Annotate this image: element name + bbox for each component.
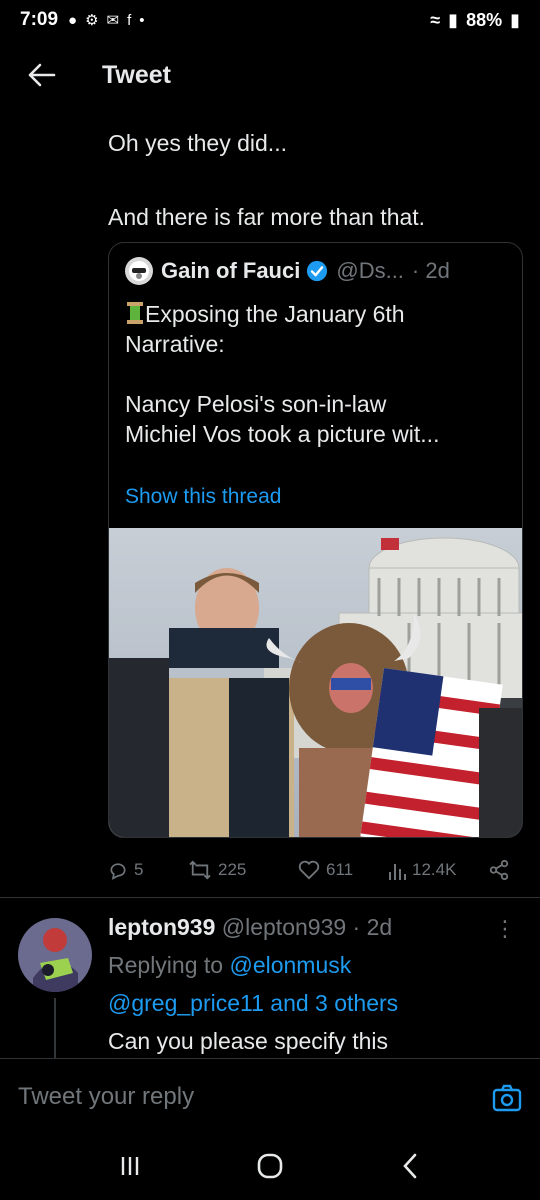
twitter-icon: ✉ — [106, 12, 120, 29]
quote-author-name[interactable]: Gain of Fauci — [161, 258, 300, 284]
replying-prefix: Replying to — [108, 952, 230, 978]
compose-bar: Tweet your reply — [0, 1058, 540, 1130]
quote-tweet-card[interactable]: Gain of Fauci @Ds... · 2d Exposing the J… — [108, 242, 523, 838]
reply-input[interactable]: Tweet your reply — [18, 1083, 194, 1111]
reply-text: Can you please specify this — [108, 1028, 388, 1054]
retweet-icon — [189, 860, 211, 880]
status-right: ≈ ▮ 88% ▮ — [430, 10, 520, 31]
replying-user-link[interactable]: @elonmusk — [229, 952, 351, 978]
views-count: 12.4K — [412, 860, 457, 879]
settings-icon: ⚙ — [85, 12, 99, 29]
quote-author-handle: @Ds... — [336, 258, 404, 283]
quote-body-line-4: Michiel Vos took a picture wit... — [125, 421, 440, 447]
dot-icon: • — [139, 11, 145, 29]
replying-others-link[interactable]: @greg_price11 and 3 others — [108, 990, 398, 1017]
quote-timestamp: · 2d — [411, 258, 450, 283]
signal-icon: ▮ — [448, 9, 459, 30]
message-icon: ● — [68, 11, 78, 29]
battery-icon: ▮ — [510, 9, 520, 30]
back-arrow-icon[interactable] — [12, 45, 72, 105]
quote-header: Gain of Fauci @Ds... · 2d — [125, 257, 450, 285]
replying-to: Replying to @elonmusk — [108, 952, 351, 979]
wifi-icon: ≈ — [430, 9, 441, 30]
tweet-content: Oh yes they did... And there is far more… — [0, 108, 540, 1058]
facebook-icon: f — [127, 11, 132, 29]
avatar[interactable] — [18, 918, 92, 992]
home-icon[interactable] — [240, 1136, 300, 1196]
more-options-icon[interactable]: ⋮ — [494, 916, 516, 942]
views-action[interactable]: 12.4K — [388, 860, 488, 880]
like-count: 611 — [326, 860, 354, 879]
retweet-count: 225 — [218, 860, 247, 879]
status-bar: 7:09 ● ⚙ ✉ f • ≈ ▮ 88% ▮ — [0, 0, 540, 40]
reply-count: 5 — [134, 860, 144, 879]
like-icon — [298, 860, 320, 880]
status-time: 7:09 — [20, 9, 59, 30]
verified-icon — [307, 260, 328, 282]
reply-header: lepton939 @lepton939 · 2d — [108, 914, 392, 941]
share-action[interactable] — [488, 859, 510, 881]
camera-icon[interactable] — [492, 1083, 522, 1113]
quote-body: Exposing the January 6th Narrative: Nanc… — [125, 299, 510, 449]
views-icon — [389, 864, 406, 880]
share-icon — [489, 859, 509, 881]
battery-level: 88% — [466, 9, 503, 30]
header: Tweet — [0, 44, 540, 106]
back-icon[interactable] — [380, 1136, 440, 1196]
quote-body-line-2: Narrative: — [125, 331, 225, 357]
tweet-text-line-1: Oh yes they did... — [108, 130, 287, 156]
like-action[interactable]: 611 — [298, 860, 388, 880]
show-thread-link[interactable]: Show this thread — [125, 485, 281, 509]
tweet-text-line-2: And there is far more than that. — [108, 204, 426, 230]
reply-author-handle: @lepton939 · 2d — [221, 914, 393, 940]
tweet-actions: 5 225 611 12.4K — [108, 850, 528, 890]
quote-body-line-3: Nancy Pelosi's son-in-law — [125, 391, 387, 417]
notification-icons: ● ⚙ ✉ f • — [68, 11, 145, 30]
thread-line — [54, 998, 56, 1058]
spool-icon — [125, 301, 145, 325]
quote-image[interactable] — [109, 528, 522, 837]
avatar — [125, 257, 153, 285]
reply-author-name[interactable]: lepton939 — [108, 914, 215, 940]
reply-action[interactable]: 5 — [108, 860, 188, 880]
reply-icon — [110, 863, 126, 880]
page-title: Tweet — [102, 60, 171, 89]
recents-icon[interactable] — [100, 1136, 160, 1196]
reply-tweet[interactable]: lepton939 @lepton939 · 2d ⋮ Replying to … — [0, 898, 540, 1058]
quote-body-line-1: Exposing the January 6th — [145, 301, 405, 327]
retweet-action[interactable]: 225 — [188, 860, 298, 880]
system-nav-bar — [0, 1132, 540, 1200]
